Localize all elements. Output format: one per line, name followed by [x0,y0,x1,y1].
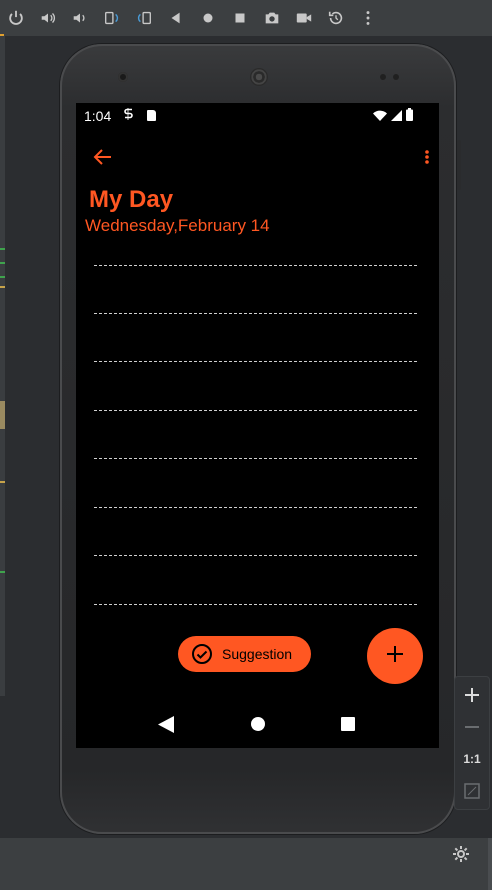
note-line[interactable] [94,555,417,556]
note-line[interactable] [94,458,417,459]
page-title: My Day [89,186,174,213]
more-icon[interactable] [352,0,384,36]
plus-icon [386,645,404,668]
zoom-out-icon[interactable] [455,711,489,743]
status-time: 1:04 [84,108,112,124]
rotate-right-icon[interactable] [128,0,160,36]
note-line[interactable] [94,604,417,605]
video-icon[interactable] [288,0,320,36]
signal-icon [391,108,402,126]
wifi-icon [373,108,387,126]
note-line[interactable] [94,313,417,314]
gutter-mark [0,401,5,429]
gutter-mark [0,571,5,573]
suggestion-button[interactable]: Suggestion [178,636,311,672]
earpiece-speaker-icon [250,68,268,86]
gutter-mark [0,248,5,250]
gutter-mark [0,262,5,264]
fit-screen-icon[interactable] [455,775,489,807]
left-gutter [0,36,5,696]
back-arrow-icon[interactable] [91,145,115,169]
volume-up-icon[interactable] [32,0,64,36]
ide-bottom-bar [0,838,492,890]
front-camera-icon [118,72,128,82]
note-line[interactable] [94,361,417,362]
date-subtitle: Wednesday,February 14 [85,216,270,235]
nav-home-icon[interactable] [251,717,265,731]
nav-back-icon[interactable] [158,716,174,738]
power-icon[interactable] [0,0,32,36]
sensor-icon [393,74,399,80]
sd-card-icon [147,110,156,121]
system-nav-bar [76,703,439,748]
add-task-fab[interactable] [367,628,423,684]
rotate-left-icon[interactable] [96,0,128,36]
check-circle-icon [191,643,213,665]
gear-icon[interactable] [452,845,470,863]
device-side-button[interactable] [457,140,461,190]
zoom-ratio-button[interactable]: 1:1 [455,743,489,775]
s-icon [123,107,134,124]
volume-down-icon[interactable] [64,0,96,36]
nav-recent-icon[interactable] [341,717,355,731]
snapshot-icon[interactable] [320,0,352,36]
home-icon[interactable] [192,0,224,36]
overflow-menu-icon[interactable] [421,145,433,169]
app-bar [76,139,439,179]
overview-icon[interactable] [224,0,256,36]
gutter-mark [0,286,5,288]
gutter-mark [0,481,5,483]
camera-icon[interactable] [256,0,288,36]
sensor-icon [380,74,386,80]
status-icons [373,108,413,126]
note-line[interactable] [94,507,417,508]
note-line[interactable] [94,410,417,411]
battery-icon [406,108,413,126]
emulator-toolbar [0,0,492,36]
suggestion-label: Suggestion [222,646,293,662]
note-line[interactable] [94,265,417,266]
zoom-in-icon[interactable] [455,679,489,711]
scroll-edge [488,838,492,890]
gutter-mark [0,276,5,278]
back-icon[interactable] [160,0,192,36]
device-screen: 1:04 My Day Wednesday,February 14 Sugges… [76,103,439,748]
zoom-panel: 1:1 [454,676,490,810]
status-bar: 1:04 [76,103,439,127]
